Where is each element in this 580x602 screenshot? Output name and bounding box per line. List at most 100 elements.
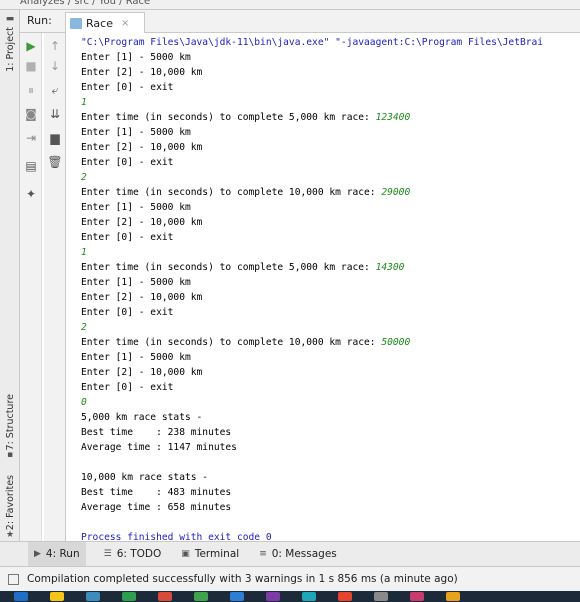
console-user-input: 123400 <box>375 112 411 123</box>
run-config-icon <box>70 17 82 29</box>
console-line: Average time : 1147 minutes <box>81 442 237 453</box>
project-icon: ▬ <box>5 14 15 24</box>
taskbar-app-icon[interactable] <box>230 592 244 601</box>
taskbar-app-icon[interactable] <box>302 592 316 601</box>
pause-icon[interactable]: ⏸ <box>22 81 40 99</box>
run-toolbar-right: ↑ ↓ ⤶ ⇊ ▆ 🗑 <box>44 33 66 541</box>
down-arrow-icon[interactable]: ↓ <box>46 57 64 75</box>
stop-icon[interactable]: ■ <box>22 57 40 75</box>
windows-taskbar <box>0 591 580 602</box>
console-line: 2 <box>81 172 87 183</box>
bottom-tab-messages[interactable]: ≡ 0: Messages <box>257 542 339 566</box>
taskbar-app-icon[interactable] <box>194 592 208 601</box>
console-line: Enter time (in seconds) to complete 5,00… <box>81 110 580 125</box>
breadcrumb-item[interactable]: Analyzes <box>20 0 65 7</box>
console-line: 0 <box>81 397 87 408</box>
status-message: Compilation completed successfully with … <box>27 573 458 585</box>
console-user-input: 14300 <box>375 262 405 273</box>
camera-icon[interactable]: ◙ <box>22 105 40 123</box>
console-line: Enter time (in seconds) to complete 10,0… <box>81 185 580 200</box>
console-line: "C:\Program Files\Java\jdk-11\bin\java.e… <box>81 37 544 48</box>
soft-wrap-icon[interactable]: ⤶ <box>46 81 64 99</box>
structure-tab-label: 7: Structure <box>4 394 16 451</box>
console-line: Best time : 238 minutes <box>81 427 232 438</box>
console-line: Best time : 483 minutes <box>81 487 232 498</box>
status-bar: Compilation completed successfully with … <box>0 567 580 591</box>
bottom-tab-label: 6: TODO <box>116 548 162 560</box>
structure-tool-tab[interactable]: 7: Structure ▪ <box>1 394 19 463</box>
bottom-tab-label: 0: Messages <box>271 548 337 560</box>
console-line: 10,000 km race stats - <box>81 472 209 483</box>
console-prompt-text: Enter time (in seconds) to complete 10,0… <box>81 187 382 198</box>
console-prompt-text: Enter time (in seconds) to complete 5,00… <box>81 262 376 273</box>
console-line: Enter time (in seconds) to complete 10,0… <box>81 335 580 350</box>
console-line: Enter [2] - 10,000 km <box>81 292 203 303</box>
console-line: Enter [1] - 5000 km <box>81 52 191 63</box>
todo-icon: ☰ <box>103 549 112 559</box>
run-panel-header: Run: Race × <box>20 10 580 33</box>
breadcrumb-item[interactable]: Race <box>126 0 151 7</box>
console-line: Enter [1] - 5000 km <box>81 352 191 363</box>
taskbar-app-icon[interactable] <box>50 592 64 601</box>
bottom-tab-run[interactable]: ▶ 4: Run <box>28 542 86 566</box>
console-line: Enter [1] - 5000 km <box>81 127 191 138</box>
console-line: Process finished with exit code 0 <box>81 532 272 541</box>
run-toolbar-left: ▶ ■ ⏸ ◙ ⇥ ▤ ✦ <box>20 33 42 541</box>
layout-icon[interactable]: ▤ <box>22 157 40 175</box>
console-user-input: 50000 <box>381 337 411 348</box>
run-console-output[interactable]: "C:\Program Files\Java\jdk-11\bin\java.e… <box>67 33 580 541</box>
run-tab-race[interactable]: Race × <box>65 12 145 33</box>
taskbar-app-icon[interactable] <box>158 592 172 601</box>
taskbar-app-icon[interactable] <box>122 592 136 601</box>
top-breadcrumb-strip: Analyzes / src / You / Race <box>0 0 580 10</box>
project-tab-label: 1: Project <box>4 27 16 72</box>
trash-icon[interactable]: 🗑 <box>46 153 64 171</box>
breadcrumb-separator-icon: / <box>115 0 126 7</box>
taskbar-app-icon[interactable] <box>266 592 280 601</box>
breadcrumb-item[interactable]: You <box>99 0 116 7</box>
console-line: Enter [0] - exit <box>81 82 174 93</box>
bottom-tab-terminal[interactable]: ▣ Terminal <box>179 542 241 566</box>
console-prompt-text: Enter time (in seconds) to complete 10,0… <box>81 337 382 348</box>
taskbar-app-icon[interactable] <box>410 592 424 601</box>
print-icon[interactable]: ▆ <box>46 129 64 147</box>
bottom-tool-tabs: ▶ 4: Run ☰ 6: TODO ▣ Terminal ≡ 0: Messages <box>0 541 580 567</box>
taskbar-app-icon[interactable] <box>374 592 388 601</box>
console-prompt-text: Enter time (in seconds) to complete 5,00… <box>81 112 376 123</box>
restore-layout-icon[interactable]: ⇥ <box>22 129 40 147</box>
bottom-tab-todo[interactable]: ☰ 6: TODO <box>102 542 164 566</box>
console-line: Enter [2] - 10,000 km <box>81 67 203 78</box>
console-line: 1 <box>81 247 87 258</box>
star-icon: ★ <box>5 530 15 541</box>
breadcrumb-separator-icon: / <box>88 0 99 7</box>
console-line: Enter [0] - exit <box>81 307 174 318</box>
run-tab-label: Race <box>86 16 113 30</box>
rerun-icon[interactable]: ▶ <box>22 37 40 55</box>
console-line: Enter [0] - exit <box>81 232 174 243</box>
console-line: 2 <box>81 322 87 333</box>
pin-icon[interactable]: ✦ <box>22 185 40 203</box>
console-line: Enter [2] - 10,000 km <box>81 217 203 228</box>
bottom-tab-label: Terminal <box>194 548 240 560</box>
project-tool-tab[interactable]: ▬ 1: Project <box>1 14 19 72</box>
breadcrumb-separator-icon: / <box>64 0 75 7</box>
run-label: Run: <box>27 14 52 27</box>
run-icon: ▶ <box>34 549 41 559</box>
scroll-to-end-icon[interactable]: ⇊ <box>46 105 64 123</box>
console-user-input: 29000 <box>381 187 411 198</box>
left-tool-stripe: ▬ 1: Project 7: Structure ▪ 2: Favorites… <box>0 10 20 541</box>
favorites-tool-tab[interactable]: 2: Favorites ★ <box>1 475 19 543</box>
status-toggle-icon[interactable] <box>8 573 19 585</box>
bottom-tab-label: 4: Run <box>45 548 80 560</box>
close-tab-icon[interactable]: × <box>121 18 129 29</box>
up-arrow-icon[interactable]: ↑ <box>46 37 64 55</box>
taskbar-app-icon[interactable] <box>86 592 100 601</box>
taskbar-app-icon[interactable] <box>338 592 352 601</box>
breadcrumb-item[interactable]: src <box>74 0 89 7</box>
taskbar-app-icon[interactable] <box>14 592 28 601</box>
console-line: Enter [0] - exit <box>81 382 174 393</box>
favorites-tab-label: 2: Favorites <box>4 475 16 531</box>
taskbar-app-icon[interactable] <box>446 592 460 601</box>
console-line: Enter [2] - 10,000 km <box>81 142 203 153</box>
